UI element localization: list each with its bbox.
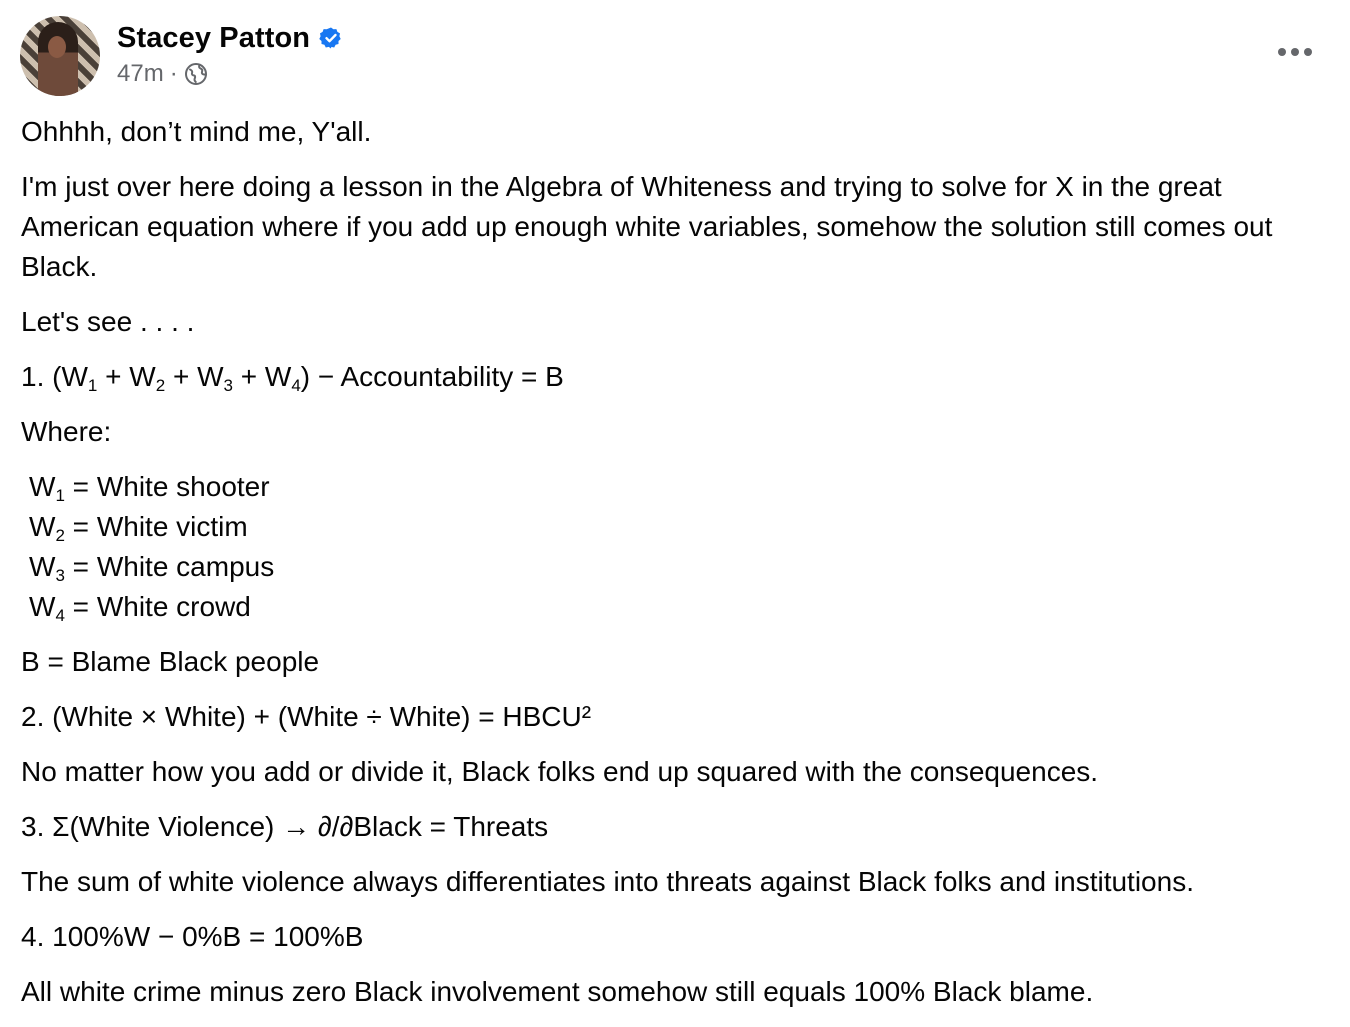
verified-badge-icon	[319, 26, 343, 50]
definition-item: W4 = White crowd	[29, 587, 1331, 627]
avatar[interactable]	[20, 16, 100, 96]
equation-1-plus: + W	[232, 361, 292, 392]
meta-separator: ·	[169, 60, 178, 87]
definition-item: W1 = White shooter	[29, 467, 1331, 507]
definition-text: = White campus	[64, 551, 275, 582]
equation-1-start: 1. (W	[21, 361, 88, 392]
equation-1-plus: + W	[97, 361, 156, 392]
definition-var: W	[29, 471, 56, 502]
post-body: Ohhhh, don’t mind me, Y'all. I'm just ov…	[21, 112, 1331, 1027]
more-dot	[1278, 48, 1286, 56]
definition-text: = White crowd	[64, 591, 251, 622]
post-paragraph: All white crime minus zero Black involve…	[21, 976, 1094, 1007]
author-name[interactable]: Stacey Patton	[117, 22, 310, 55]
post-paragraph: Where:	[21, 416, 112, 447]
definition-var: W	[29, 551, 56, 582]
post-header: Stacey Patton 47m ·	[20, 16, 343, 100]
definitions-list: W1 = White shooter W2 = White victim W3 …	[21, 467, 1331, 627]
subscript: 1	[55, 486, 65, 505]
post-paragraph: Ohhhh, don’t mind me, Y'all.	[21, 116, 372, 147]
post-subline: 47m ·	[117, 60, 343, 88]
post-paragraph: The sum of white violence always differe…	[21, 866, 1194, 897]
globe-icon[interactable]	[184, 62, 208, 86]
post-paragraph: Let's see . . . .	[21, 306, 195, 337]
definition-item: W3 = White campus	[29, 547, 1331, 587]
subscript: 3	[55, 566, 65, 585]
avatar-face	[48, 36, 66, 58]
subscript: 4	[55, 606, 65, 625]
post-meta: Stacey Patton 47m ·	[117, 16, 343, 88]
subscript: 2	[55, 526, 65, 545]
subscript: 1	[87, 376, 98, 395]
equation-1: 1. (W1 + W2 + W3 + W4) − Accountability …	[21, 357, 1331, 397]
more-dot	[1304, 48, 1312, 56]
facebook-post: Stacey Patton 47m · Ohhhh, don’t mind me…	[0, 0, 1350, 1016]
post-paragraph: B = Blame Black people	[21, 646, 320, 677]
subscript: 3	[223, 376, 233, 395]
post-paragraph: No matter how you add or divide it, Blac…	[21, 756, 1099, 787]
equation-1-end: ) − Accountability = B	[300, 361, 564, 392]
definition-var: W	[29, 511, 56, 542]
equation-1-plus: + W	[165, 361, 224, 392]
more-options-icon[interactable]	[1278, 38, 1312, 66]
equation-3: 3. Σ(White Violence) → ∂/∂Black = Threat…	[21, 811, 549, 842]
definition-item: W2 = White victim	[29, 507, 1331, 547]
subscript: 4	[291, 376, 301, 395]
name-row: Stacey Patton	[117, 20, 343, 56]
post-timestamp[interactable]: 47m	[117, 60, 164, 88]
subscript: 2	[155, 376, 166, 395]
definition-text: = White shooter	[64, 471, 270, 502]
post-paragraph: I'm just over here doing a lesson in the…	[21, 171, 1273, 282]
definition-text: = White victim	[64, 511, 248, 542]
equation-2: 2. (White × White) + (White ÷ White) = H…	[21, 701, 592, 732]
more-dot	[1291, 48, 1299, 56]
equation-4: 4. 100%W − 0%B = 100%B	[21, 921, 364, 952]
avatar-figure	[38, 22, 78, 96]
definition-var: W	[29, 591, 56, 622]
